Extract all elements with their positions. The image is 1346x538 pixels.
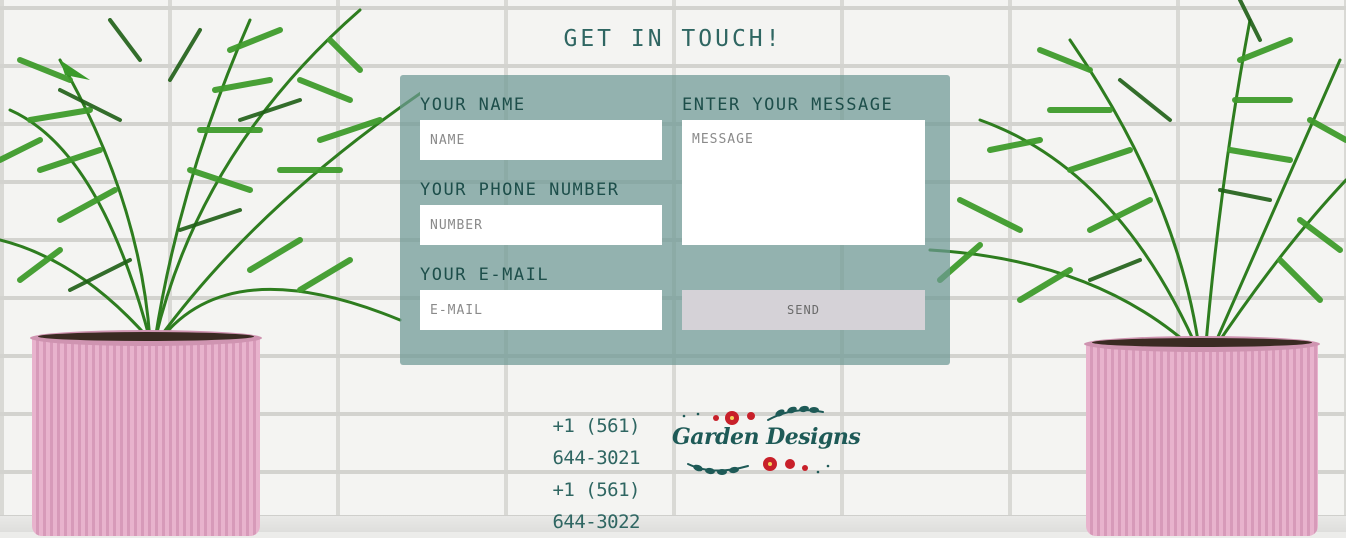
- name-label: YOUR NAME: [420, 95, 526, 115]
- left-plant-foliage: [0, 8, 420, 342]
- contact-form: YOUR NAME YOUR PHONE NUMBER YOUR E-MAIL …: [400, 75, 950, 365]
- left-plant: [0, 0, 420, 536]
- left-pot: [30, 330, 262, 536]
- name-input[interactable]: [420, 120, 662, 160]
- page-title: GET IN TOUCH!: [563, 26, 783, 52]
- right-plant-foliage: [928, 0, 1346, 357]
- send-button[interactable]: SEND: [682, 290, 925, 330]
- email-label: YOUR E-MAIL: [420, 265, 550, 285]
- email-input[interactable]: [420, 290, 662, 330]
- right-pot: [1084, 336, 1320, 536]
- phone-numbers: +1 (561) 644-3021 +1 (561) 644-3022: [500, 410, 640, 538]
- message-label: ENTER YOUR MESSAGE: [682, 95, 894, 115]
- phone-number-1[interactable]: +1 (561) 644-3021: [500, 410, 640, 474]
- logo-text: Garden Designs: [672, 424, 861, 450]
- left-pot-soil: [38, 332, 254, 341]
- phone-input[interactable]: [420, 205, 662, 245]
- message-textarea[interactable]: [682, 120, 925, 245]
- garden-designs-logo: Garden Designs: [668, 402, 861, 482]
- right-pot-soil: [1092, 338, 1312, 347]
- phone-number-2[interactable]: +1 (561) 644-3022: [500, 474, 640, 538]
- right-plant: [920, 0, 1346, 536]
- phone-label: YOUR PHONE NUMBER: [420, 180, 620, 200]
